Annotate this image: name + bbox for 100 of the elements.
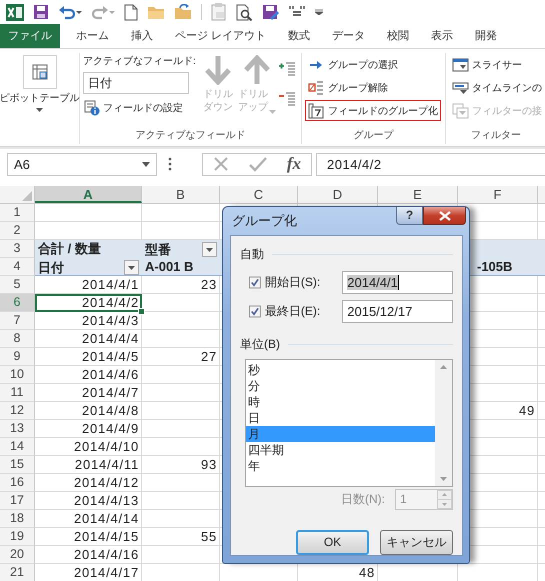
column-header[interactable]: C xyxy=(220,186,298,203)
save-icon[interactable] xyxy=(33,4,49,20)
table-cell: 型番 xyxy=(145,240,171,258)
ribbon-button[interactable]: タイムラインの xyxy=(449,77,545,98)
file-tab[interactable]: ファイル xyxy=(0,24,60,48)
caret-icon[interactable] xyxy=(142,162,150,166)
ribbon-tab[interactable]: ホーム xyxy=(65,24,120,48)
row-header[interactable]: 1 xyxy=(0,204,35,222)
close-icon xyxy=(438,210,450,220)
ribbon-tab[interactable]: ページ レイアウト xyxy=(164,24,278,48)
filter-dropdown-button[interactable] xyxy=(124,260,139,274)
print-preview-icon[interactable] xyxy=(236,4,253,20)
row-header[interactable]: 14 xyxy=(0,438,35,456)
column-header[interactable]: A xyxy=(35,186,142,203)
row-header[interactable]: 9 xyxy=(0,348,35,366)
list-item[interactable]: 四半期 xyxy=(246,442,435,458)
new-document-icon[interactable] xyxy=(124,4,138,20)
collapse-field-icon[interactable] xyxy=(278,91,296,107)
expand-field-icon[interactable] xyxy=(278,61,296,77)
app-icon[interactable] xyxy=(6,4,24,20)
ribbon-tab[interactable]: 表示 xyxy=(420,24,464,48)
active-field-input[interactable]: 日付 xyxy=(83,72,189,94)
ribbon-tab[interactable]: 校閲 xyxy=(376,24,420,48)
row-header[interactable]: 12 xyxy=(0,402,35,420)
equals-icon[interactable] xyxy=(288,5,306,19)
ribbon-tab[interactable]: データ xyxy=(321,24,376,48)
ribbon-tab[interactable]: 挿入 xyxy=(120,24,164,48)
row-header[interactable]: 7 xyxy=(0,312,35,330)
table-cell-text: 2014/4/11 xyxy=(74,456,140,474)
customize-caret-icon[interactable] xyxy=(315,9,323,15)
filter-dropdown-button[interactable] xyxy=(202,242,217,256)
row-header[interactable]: 2 xyxy=(0,222,35,240)
row-header[interactable]: 3 xyxy=(0,240,35,258)
list-item[interactable]: 年 xyxy=(246,458,435,474)
row-header[interactable]: 4 xyxy=(0,258,35,276)
clipboard-icon[interactable] xyxy=(211,3,227,21)
section-label: 自動 xyxy=(240,246,264,262)
table-cell-text: 27 xyxy=(200,348,218,366)
section-label: 単位(B) xyxy=(240,336,280,352)
table-cell-text: 2014/4/7 xyxy=(80,384,140,402)
ribbon-button[interactable]: スライサー xyxy=(449,54,525,75)
table-cell-text: 49 xyxy=(518,402,536,420)
dialog-title: グループ化 xyxy=(232,212,297,230)
help-button[interactable]: ? xyxy=(396,207,423,225)
ribbon-tab[interactable]: 開発 xyxy=(464,24,508,48)
ungroup-icon xyxy=(308,80,325,96)
field-settings-button[interactable]: フィールドの設定 xyxy=(83,97,184,118)
close-button[interactable] xyxy=(423,207,466,225)
group-label: グループ xyxy=(354,130,394,141)
table-cell-text: 2014/4/5 xyxy=(80,348,140,366)
row-header[interactable]: 5 xyxy=(0,276,35,294)
name-box[interactable]: A6 xyxy=(7,152,157,176)
row-header[interactable]: 18 xyxy=(0,510,35,528)
pivot-table-button[interactable]: ピボットテーブル xyxy=(0,53,80,128)
filter-connection-icon xyxy=(452,102,469,118)
more-icon[interactable] xyxy=(168,157,172,171)
list-item[interactable]: 時 xyxy=(246,394,435,410)
row-header[interactable]: 6 xyxy=(0,294,35,312)
list-item[interactable]: 秒 xyxy=(246,362,435,378)
formula-field[interactable]: 2014/4/2 xyxy=(316,152,545,176)
pivot-table-icon xyxy=(22,55,56,89)
table-cell-text: 2014/4/9 xyxy=(80,420,140,438)
row-header[interactable]: 10 xyxy=(0,366,35,384)
ribbon-button[interactable]: グループ解除 xyxy=(305,77,391,98)
row-header[interactable]: 17 xyxy=(0,492,35,510)
date-field[interactable]: 2014/4/1 xyxy=(342,270,453,294)
list-item[interactable]: 月 xyxy=(246,426,435,442)
table-cell-text: 93 xyxy=(200,456,218,474)
table-cell-text: 2014/4/14 xyxy=(72,510,140,528)
row-header[interactable]: 21 xyxy=(0,564,35,581)
list-item[interactable]: 日 xyxy=(246,410,435,426)
list-item[interactable]: 分 xyxy=(246,378,435,394)
folder-arrow-icon[interactable] xyxy=(174,4,192,20)
checkbox[interactable] xyxy=(249,304,261,318)
undo-icon[interactable] xyxy=(58,4,82,20)
dialog-button[interactable]: OK xyxy=(296,530,369,555)
column-header[interactable]: F xyxy=(458,186,538,203)
row-header[interactable]: 15 xyxy=(0,456,35,474)
ribbon-button[interactable]: フィールドのグループ化 xyxy=(305,100,441,121)
date-field[interactable]: 2015/12/17 xyxy=(342,300,453,322)
column-header[interactable]: D xyxy=(298,186,378,203)
table-cell-text: 2014/4/4 xyxy=(80,330,140,348)
ribbon-tab[interactable]: 数式 xyxy=(277,24,322,48)
edit-save-icon[interactable] xyxy=(262,4,279,20)
arrow-up-icon xyxy=(244,55,270,85)
row-header[interactable]: 16 xyxy=(0,474,35,492)
row-header[interactable]: 13 xyxy=(0,420,35,438)
row-header[interactable]: 19 xyxy=(0,528,35,546)
checkbox[interactable] xyxy=(249,276,261,288)
row-header[interactable]: 11 xyxy=(0,384,35,402)
ribbon-button[interactable]: グループの選択 xyxy=(305,54,401,75)
column-header[interactable]: E xyxy=(378,186,458,203)
dialog-button[interactable]: キャンセル xyxy=(380,530,453,555)
fill-handle xyxy=(138,308,145,315)
row-header[interactable]: 8 xyxy=(0,330,35,348)
table-cell-text: 48 xyxy=(358,564,376,581)
table-cell-text: 2014/4/15 xyxy=(72,528,140,546)
row-header[interactable]: 20 xyxy=(0,546,35,564)
insert-function-button[interactable]: fx xyxy=(286,154,302,174)
column-header[interactable]: B xyxy=(142,186,220,203)
